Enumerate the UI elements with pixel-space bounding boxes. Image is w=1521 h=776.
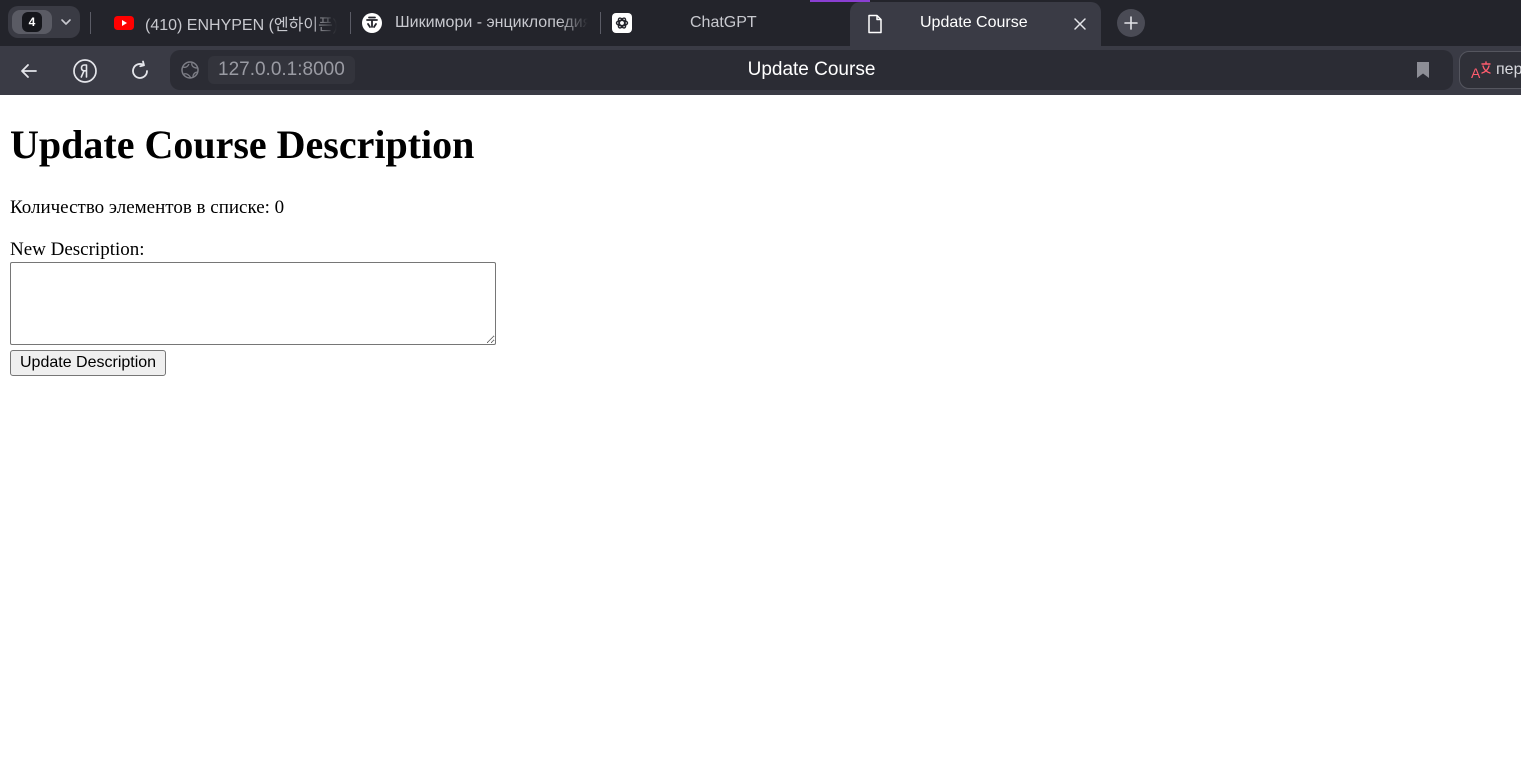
page-content: Update Course Description Количество эле… [0, 95, 1521, 776]
tab-separator [350, 12, 351, 34]
translate-label: пер [1496, 61, 1521, 78]
page-title: Update Course Description [10, 122, 475, 167]
tab-youtube[interactable]: (410) ENHYPEN (엔하이픈) [114, 0, 338, 46]
update-description-button[interactable]: Update Description [10, 350, 167, 376]
arrow-left-icon [21, 64, 37, 78]
tab-update-course[interactable]: Update Course [850, 2, 1101, 46]
address-bar[interactable]: 127.0.0.1:8000 Update Course [170, 50, 1453, 90]
yandex-icon [73, 59, 97, 83]
svg-text:A: A [1471, 65, 1481, 80]
address-page-title: Update Course [747, 59, 876, 80]
url-text[interactable]: 127.0.0.1:8000 [208, 56, 355, 84]
tab-title: (410) ENHYPEN (엔하이픈) [145, 17, 337, 34]
bookmark-icon[interactable] [1415, 61, 1431, 79]
document-icon [868, 14, 882, 34]
tab-strip: 4 (410) ENHYPEN (엔하이픈) Шикимори - энцикл… [0, 0, 1521, 46]
translate-icon: A [1471, 61, 1491, 80]
translate-button[interactable]: A пер [1459, 51, 1521, 89]
tab-title: ChatGPT [690, 14, 757, 31]
tab-separator [90, 12, 91, 34]
plus-icon [1124, 16, 1138, 30]
tab-count-badge: 4 [12, 10, 52, 34]
chatgpt-icon [612, 13, 632, 33]
reload-icon [132, 60, 148, 79]
item-count-text: Количество элементов в списке: 0 [10, 197, 285, 218]
tab-chatgpt[interactable]: ChatGPT [612, 0, 838, 46]
close-icon[interactable] [1071, 15, 1089, 33]
youtube-icon [114, 13, 134, 33]
description-label: New Description: [10, 239, 145, 260]
tab-shikimori[interactable]: Шикимори - энциклопедия [362, 0, 588, 46]
back-button[interactable] [16, 58, 42, 84]
shikimori-icon [362, 13, 382, 33]
description-textarea[interactable] [10, 262, 496, 345]
tab-separator [600, 12, 601, 34]
site-info-icon[interactable] [180, 60, 200, 80]
yandex-button[interactable] [72, 58, 98, 84]
tab-title: Шикимори - энциклопедия [395, 14, 588, 31]
tab-count: 4 [22, 12, 42, 32]
tab-overview-button[interactable]: 4 [8, 6, 80, 38]
chevron-down-icon [61, 19, 71, 25]
tab-title: Update Course [920, 14, 1028, 31]
reload-button[interactable] [127, 58, 153, 84]
browser-toolbar: 127.0.0.1:8000 Update Course A пер [0, 46, 1521, 95]
new-tab-button[interactable] [1117, 9, 1145, 37]
